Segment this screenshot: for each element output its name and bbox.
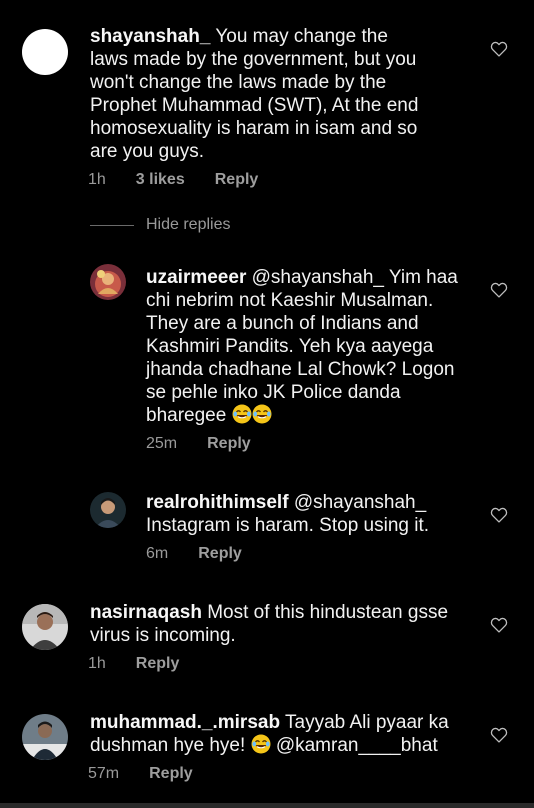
comment-meta: 57m Reply xyxy=(88,765,193,783)
avatar[interactable] xyxy=(22,714,68,760)
face-with-tears-of-joy-icon xyxy=(252,404,272,424)
timestamp: 1h xyxy=(88,655,106,672)
comment-text: shayanshah_ You may change the laws made… xyxy=(90,25,430,163)
reply-button[interactable]: Reply xyxy=(149,765,193,783)
comment-meta: 25m Reply xyxy=(146,435,251,453)
divider-line xyxy=(90,224,134,226)
heart-outline-icon[interactable] xyxy=(490,617,508,633)
hide-replies-label: Hide replies xyxy=(146,216,231,233)
timestamp: 25m xyxy=(146,435,178,452)
avatar[interactable] xyxy=(90,264,126,300)
timestamp: 1h xyxy=(88,171,106,188)
likes-count[interactable]: 3 likes xyxy=(136,171,185,189)
reply-button[interactable]: Reply xyxy=(215,171,259,189)
hide-replies-button[interactable]: Hide replies xyxy=(90,216,230,234)
username[interactable]: nasirnaqash xyxy=(90,602,202,623)
timestamp: 6m xyxy=(146,545,169,562)
avatar[interactable] xyxy=(22,604,68,650)
username[interactable]: realrohithimself xyxy=(146,492,289,513)
comment-text: nasirnaqash Most of this hindustean gsse… xyxy=(90,601,460,647)
comment-meta: 6m Reply xyxy=(146,545,242,563)
face-with-tears-of-joy-icon xyxy=(251,734,271,754)
face-with-tears-of-joy-icon xyxy=(232,404,252,424)
comment-meta: 1h Reply xyxy=(88,655,179,673)
heart-outline-icon[interactable] xyxy=(490,41,508,57)
comment-body: @shayanshah_ Yim haa chi nebrim not Kaes… xyxy=(146,267,464,426)
comment-text: muhammad._.mirsab Tayyab Ali pyaar ka du… xyxy=(90,711,460,757)
mention-link[interactable]: @kamran____bhat xyxy=(276,735,438,756)
username[interactable]: muhammad._.mirsab xyxy=(90,712,280,733)
username[interactable]: uzairmeeer xyxy=(146,267,246,288)
reply-button[interactable]: Reply xyxy=(207,435,251,453)
timestamp: 57m xyxy=(88,765,120,782)
comment-meta: 1h 3 likes Reply xyxy=(88,171,258,189)
avatar[interactable] xyxy=(90,492,126,528)
reply-button[interactable]: Reply xyxy=(198,545,242,563)
comment-text: realrohithimself @shayanshah_ Instagram … xyxy=(146,491,466,537)
comment-text: uzairmeeer @shayanshah_ Yim haa chi nebr… xyxy=(146,266,466,427)
avatar[interactable] xyxy=(22,29,68,75)
heart-outline-icon[interactable] xyxy=(490,282,508,298)
heart-outline-icon[interactable] xyxy=(490,727,508,743)
bottom-divider xyxy=(0,803,534,808)
reply-button[interactable]: Reply xyxy=(136,655,180,673)
username[interactable]: shayanshah_ xyxy=(90,26,210,47)
heart-outline-icon[interactable] xyxy=(490,507,508,523)
